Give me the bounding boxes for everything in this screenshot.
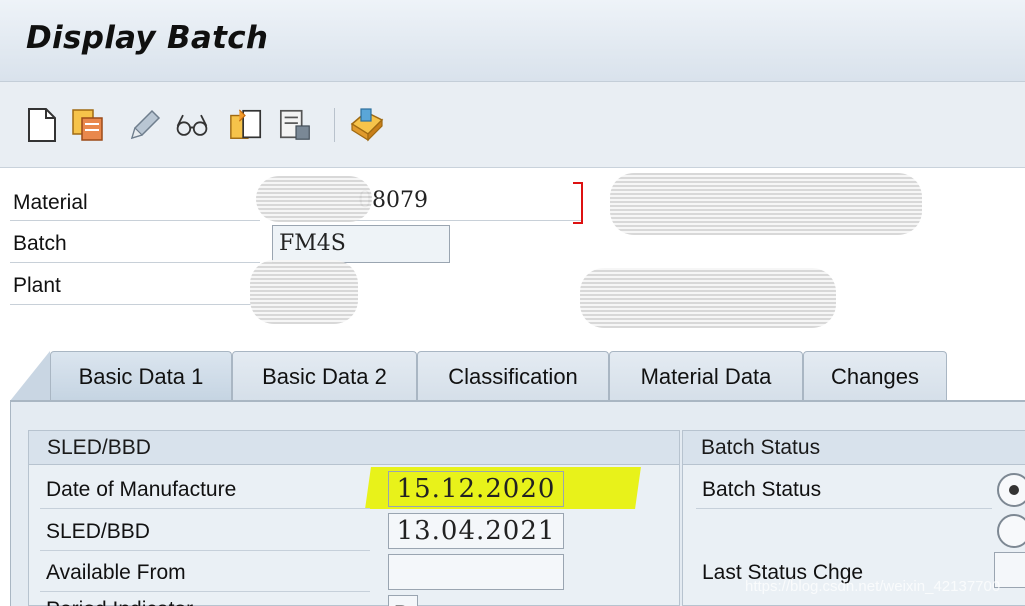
batch-status-group-title: Batch Status: [683, 431, 1025, 465]
row-divider: [40, 591, 370, 592]
row-divider: [40, 508, 370, 509]
sled-bbd-label: SLED/BBD: [46, 520, 150, 543]
tab-changes[interactable]: Changes: [803, 351, 947, 401]
delete-icon[interactable]: [278, 106, 314, 144]
material-label: Material: [13, 191, 88, 214]
material-underline: [10, 220, 260, 221]
required-field-marker: [573, 182, 583, 224]
tab-basic-data-1[interactable]: Basic Data 1: [50, 351, 232, 401]
redacted-plant-name: [580, 268, 836, 328]
batch-label: Batch: [13, 232, 67, 255]
status-radio-unrestricted[interactable]: [997, 473, 1025, 507]
batch-field[interactable]: FM4S: [272, 225, 450, 263]
batch-status-label: Batch Status: [702, 478, 822, 501]
plant-underline: [10, 304, 260, 305]
watermark-text: https://blog.csdn.net/weixin_42137700: [745, 578, 1001, 595]
available-from-label: Available From: [46, 561, 186, 584]
tab-basic-data-2[interactable]: Basic Data 2: [232, 351, 417, 401]
status-radio-restricted[interactable]: [997, 514, 1025, 548]
period-indicator-field[interactable]: D: [388, 595, 418, 606]
row-divider: [40, 550, 370, 551]
tab-strip: Basic Data 1 Basic Data 2 Classification…: [0, 340, 1025, 402]
tab-classification[interactable]: Classification: [417, 351, 609, 401]
new-document-icon[interactable]: [24, 106, 60, 144]
plant-label: Plant: [13, 274, 61, 297]
redacted-material-description: [610, 173, 922, 235]
date-of-manufacture-field[interactable]: 15.12.2020: [388, 471, 564, 507]
tab-material-data[interactable]: Material Data: [609, 351, 803, 401]
available-from-field[interactable]: [388, 554, 564, 590]
other-batch-icon[interactable]: [346, 106, 388, 144]
page-title: Display Batch: [26, 20, 269, 56]
edit-pencil-icon[interactable]: [126, 106, 162, 144]
title-bar: Display Batch: [0, 0, 1025, 82]
tab-strip-edge: [10, 351, 50, 401]
copy-batch-icon[interactable]: [70, 106, 106, 144]
batch-underline: [10, 262, 260, 263]
copy-to-clipboard-icon[interactable]: [228, 106, 264, 144]
date-of-manufacture-label: Date of Manufacture: [46, 478, 237, 501]
sled-bbd-field[interactable]: 13.04.2021: [388, 513, 564, 549]
redacted-plant-code: [250, 260, 358, 324]
sled-bbd-group-title: SLED/BBD: [29, 431, 679, 465]
row-divider: [696, 508, 992, 509]
display-glasses-icon[interactable]: [174, 106, 210, 144]
application-toolbar: [0, 82, 1025, 168]
batch-header: Material 08079 Batch FM4S Plant: [0, 168, 1025, 340]
radio-selected-dot: [1009, 485, 1019, 495]
toolbar-separator: [334, 108, 335, 142]
redacted-material-prefix: [256, 176, 372, 222]
period-indicator-label: Period Indicator: [46, 598, 193, 606]
